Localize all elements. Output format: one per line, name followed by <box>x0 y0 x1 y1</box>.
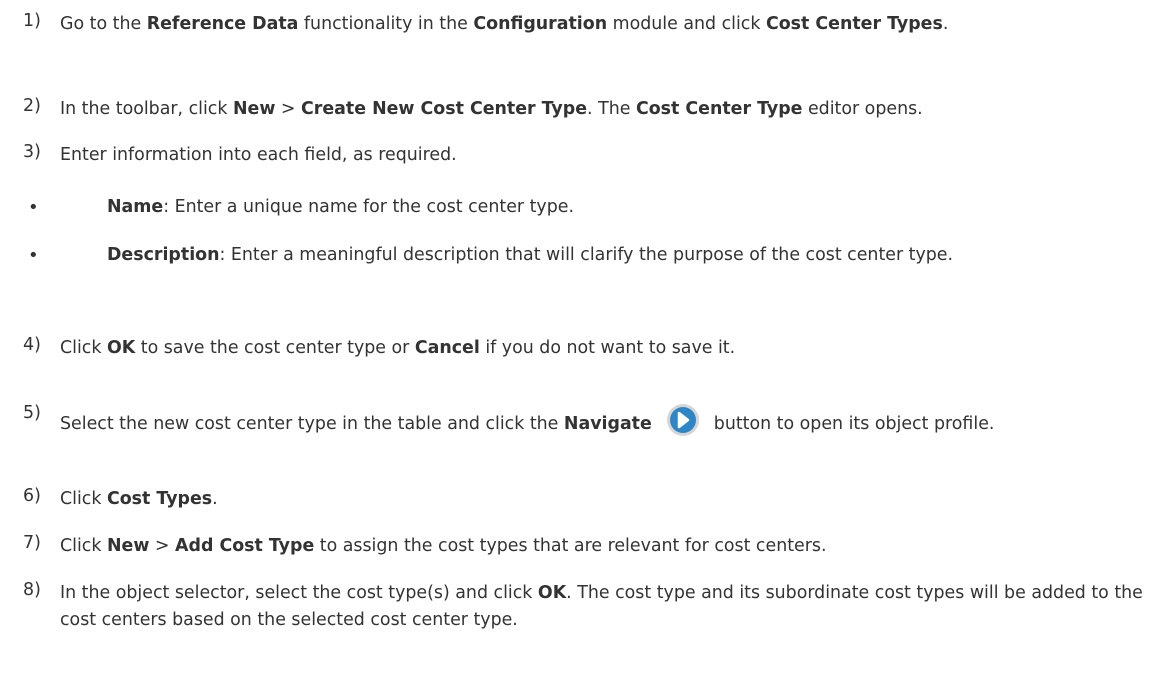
bold-term: New <box>106 536 150 556</box>
step-text: Click New > Add Cost Type to assign the … <box>60 533 1157 560</box>
bold-term: Configuration <box>473 14 608 34</box>
step-number: 2) <box>23 96 41 116</box>
bold-term: OK <box>537 583 567 603</box>
bullet-text: Description: Enter a meaningful descript… <box>49 242 1111 269</box>
instructions-document: 1) Go to the Reference Data functionalit… <box>0 0 1171 683</box>
text-run: functionality in the <box>298 14 474 34</box>
bold-term: OK <box>106 338 136 358</box>
text-run: In the object selector, select the cost … <box>60 583 538 603</box>
bold-term: Description <box>107 245 220 265</box>
step-number: 5) <box>23 403 41 423</box>
bold-term: Name <box>107 197 164 217</box>
text-run: . The <box>587 99 636 119</box>
bold-term: Cancel <box>414 338 480 358</box>
step-text: In the object selector, select the cost … <box>60 580 1157 634</box>
step-number: 1) <box>23 11 41 31</box>
step-number: 4) <box>23 335 41 355</box>
step-text: Select the new cost center type in the t… <box>60 403 1121 438</box>
text-run: Click <box>60 489 107 509</box>
text-run: Click <box>60 536 107 556</box>
text-run: . <box>942 14 949 34</box>
text-run: editor opens. <box>802 99 923 119</box>
text-run: Go to the <box>60 14 147 34</box>
text-run: Enter information into each field, as re… <box>60 145 457 165</box>
text-run: . <box>212 489 218 509</box>
text-run: > <box>275 99 302 119</box>
step-number: 6) <box>23 486 41 506</box>
bullet-text: Name: Enter a unique name for the cost c… <box>107 194 1157 221</box>
step-text: Go to the Reference Data functionality i… <box>60 11 1157 38</box>
text-run: module and click <box>607 14 766 34</box>
text-run: if you do not want to save it. <box>479 338 736 358</box>
bold-term: Navigate <box>563 414 652 434</box>
step-text: Enter information into each field, as re… <box>60 142 1157 169</box>
step-text: In the toolbar, click New > Create New C… <box>60 96 1157 123</box>
text-run: to assign the cost types that are releva… <box>314 536 827 556</box>
step-text: Click Cost Types. <box>60 486 1157 513</box>
step-text: Click OK to save the cost center type or… <box>60 335 1157 362</box>
text-run: to save the cost center type or <box>135 338 415 358</box>
bold-term: Cost Center Type <box>635 99 803 119</box>
bold-term: Cost Center Types <box>765 14 943 34</box>
text-run: Click <box>60 338 107 358</box>
text-run: Select the new cost center type in the t… <box>60 414 564 434</box>
text-run: : Enter a unique name for the cost cente… <box>163 197 574 217</box>
text-run: button to open its object profile. <box>713 414 995 434</box>
bold-term: Create New Cost Center Type <box>301 99 588 119</box>
step-number: 7) <box>23 533 41 553</box>
text-run: : Enter a meaningful description that wi… <box>219 245 954 265</box>
bullet-dot: • <box>28 245 39 266</box>
navigate-arrow-icon[interactable] <box>666 403 700 437</box>
text-run: In the toolbar, click <box>60 99 233 119</box>
step-number: 3) <box>23 142 41 162</box>
bold-term: Reference Data <box>146 14 299 34</box>
text-run: > <box>149 536 176 556</box>
bold-term: Add Cost Type <box>175 536 315 556</box>
step-number: 8) <box>23 580 41 600</box>
bullet-dot: • <box>28 197 39 218</box>
bold-term: New <box>232 99 276 119</box>
bold-term: Cost Types <box>106 489 213 509</box>
